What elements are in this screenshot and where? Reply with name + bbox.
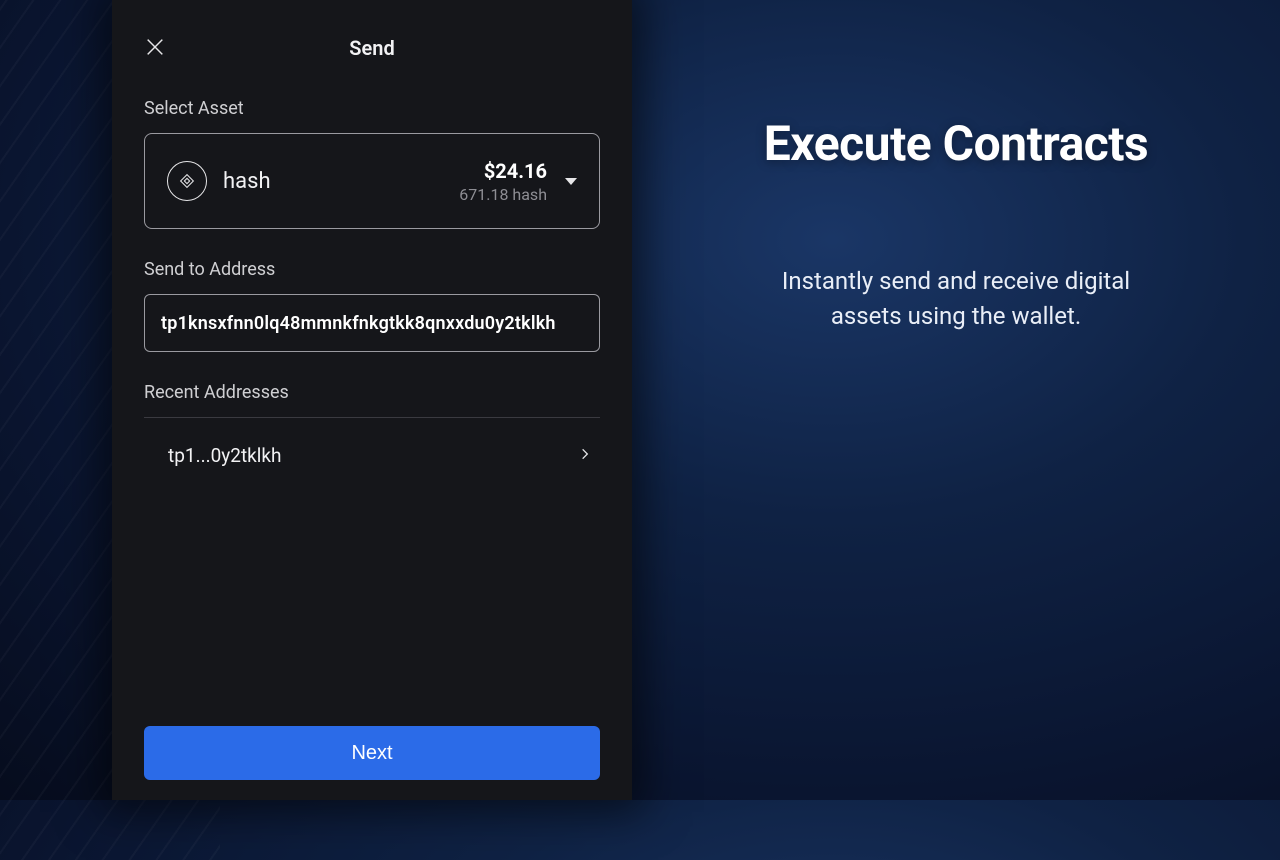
promo-panel: Execute Contracts Instantly send and rec… bbox=[632, 0, 1280, 800]
recent-addresses-section: Recent Addresses tp1...0y2tklkh bbox=[144, 382, 600, 493]
send-to-label: Send to Address bbox=[144, 259, 600, 280]
panel-header: Send bbox=[144, 32, 600, 64]
next-button[interactable]: Next bbox=[144, 726, 600, 780]
promo-title: Execute Contracts bbox=[764, 115, 1148, 172]
asset-values: $24.16 671.18 hash bbox=[459, 159, 547, 204]
hash-asset-icon bbox=[167, 161, 207, 201]
close-icon bbox=[144, 36, 166, 58]
recipient-address-input[interactable] bbox=[144, 294, 600, 352]
recent-address-short: tp1...0y2tklkh bbox=[168, 444, 282, 467]
chevron-down-icon bbox=[565, 178, 577, 185]
panel-title: Send bbox=[349, 36, 394, 60]
recent-addresses-label: Recent Addresses bbox=[144, 382, 600, 403]
promo-subtitle: Instantly send and receive digital asset… bbox=[746, 264, 1166, 334]
asset-balance: 671.18 hash bbox=[459, 185, 547, 204]
send-panel: Send Select Asset hash $24.16 671.18 has… bbox=[112, 0, 632, 800]
select-asset-label: Select Asset bbox=[144, 98, 600, 119]
chevron-right-icon bbox=[578, 446, 592, 465]
asset-usd-value: $24.16 bbox=[459, 159, 547, 183]
asset-name: hash bbox=[223, 169, 459, 194]
recent-address-item[interactable]: tp1...0y2tklkh bbox=[144, 418, 600, 493]
asset-selector[interactable]: hash $24.16 671.18 hash bbox=[144, 133, 600, 229]
close-button[interactable] bbox=[144, 36, 166, 62]
